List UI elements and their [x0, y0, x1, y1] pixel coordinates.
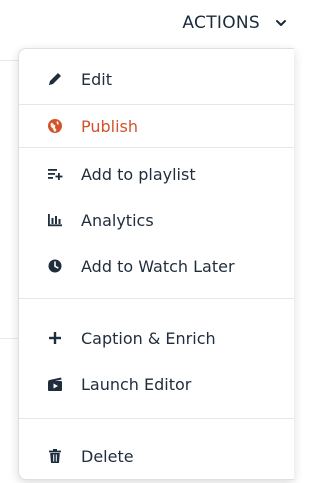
menu-divider: [19, 418, 294, 419]
menu-item-caption-enrich[interactable]: Caption & Enrich: [19, 319, 294, 357]
actions-menu: Edit Publish Add to playlist Analytics A…: [18, 48, 294, 480]
menu-divider: [19, 298, 294, 299]
menu-item-label: Publish: [81, 116, 139, 136]
menu-item-launch-editor[interactable]: Launch Editor: [19, 365, 294, 403]
chevron-down-icon: [274, 16, 288, 30]
pencil-icon: [45, 69, 65, 89]
menu-item-label: Launch Editor: [81, 374, 192, 394]
globe-icon: [45, 116, 65, 136]
menu-item-add-to-watch-later[interactable]: Add to Watch Later: [19, 247, 294, 285]
menu-item-publish[interactable]: Publish: [19, 104, 294, 148]
clock-icon: [45, 256, 65, 276]
menu-item-label: Add to Watch Later: [81, 256, 235, 276]
menu-item-delete[interactable]: Delete: [19, 437, 294, 475]
menu-item-analytics[interactable]: Analytics: [19, 201, 294, 239]
menu-item-label: Analytics: [81, 210, 154, 230]
video-editor-icon: [45, 374, 65, 394]
menu-item-add-to-playlist[interactable]: Add to playlist: [19, 155, 294, 193]
actions-label: ACTIONS: [182, 13, 260, 33]
menu-item-edit[interactable]: Edit: [19, 60, 294, 98]
menu-item-label: Delete: [81, 446, 134, 466]
plus-icon: [45, 328, 65, 348]
actions-dropdown-button[interactable]: ACTIONS: [182, 8, 288, 38]
menu-item-label: Caption & Enrich: [81, 328, 216, 348]
trash-icon: [45, 446, 65, 466]
bar-chart-icon: [45, 210, 65, 230]
background-divider: [0, 338, 20, 339]
menu-item-label: Add to playlist: [81, 164, 196, 184]
add-to-playlist-icon: [45, 164, 65, 184]
menu-item-label: Edit: [81, 69, 112, 89]
